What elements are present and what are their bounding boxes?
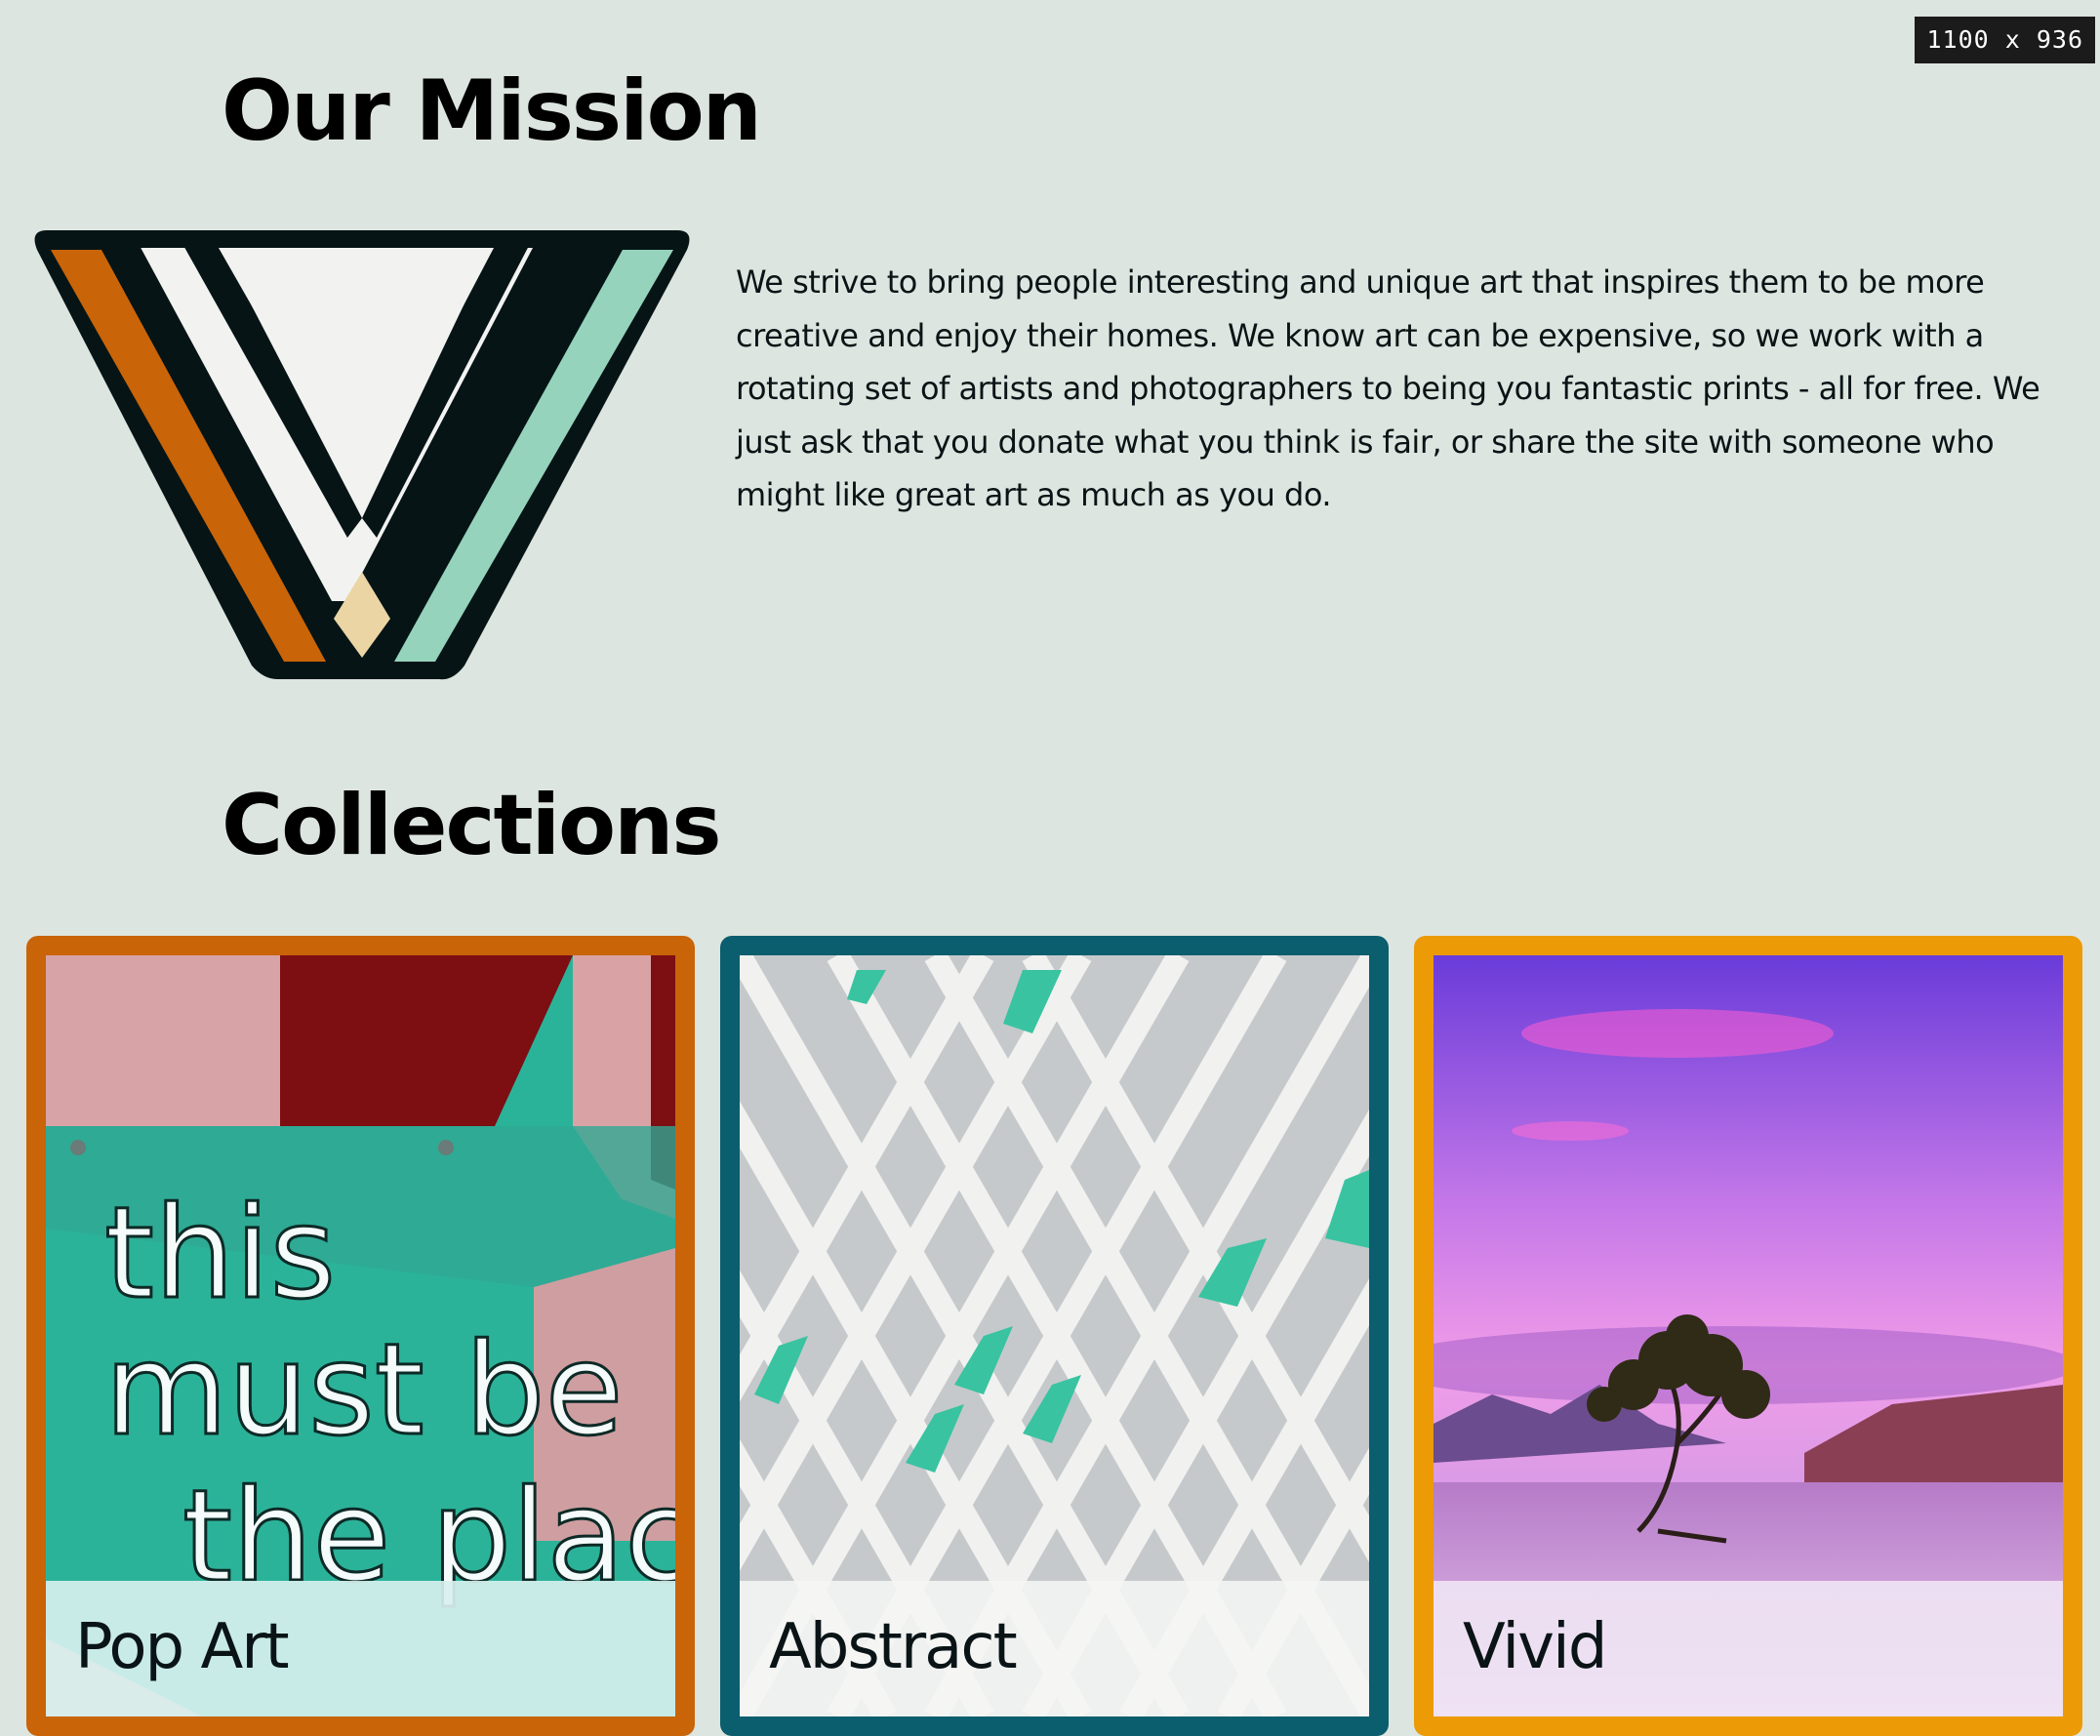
- card-title: Abstract: [769, 1611, 1018, 1683]
- collections-heading: Collections: [222, 777, 722, 874]
- collection-card-vivid[interactable]: Vivid: [1414, 936, 2082, 1736]
- card-title: Vivid: [1463, 1611, 1607, 1683]
- card-title: Pop Art: [75, 1611, 290, 1683]
- mission-heading: Our Mission: [222, 62, 762, 160]
- neon-word-2: must be: [104, 1315, 624, 1464]
- mission-description: We strive to bring people interesting an…: [736, 263, 2040, 513]
- triangle-stripes-logo-icon: [34, 230, 690, 680]
- viewport-size-badge: 1100 x 936: [1915, 17, 2095, 63]
- collection-card-abstract[interactable]: Abstract: [720, 936, 1389, 1736]
- neon-word-1: this: [104, 1179, 336, 1327]
- collection-card-pop-art[interactable]: this must be the plac Pop Art: [26, 936, 695, 1736]
